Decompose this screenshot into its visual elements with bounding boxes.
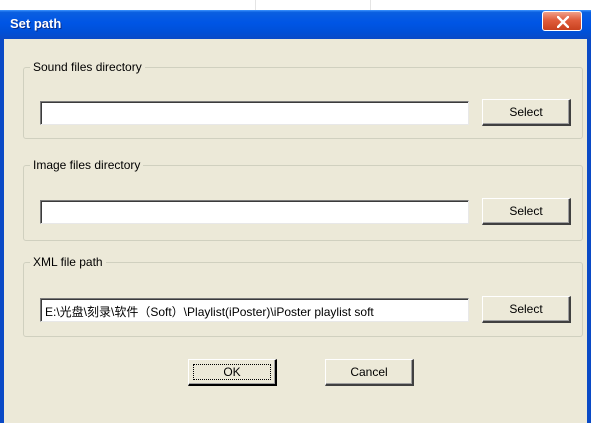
sound-directory-input[interactable] xyxy=(40,101,469,125)
cancel-button[interactable]: Cancel xyxy=(325,359,414,386)
xml-path-input[interactable]: E:\光盘\刻录\软件（Soft）\Playlist(iPoster)\iPos… xyxy=(40,298,469,322)
sound-directory-group: Sound files directory Select xyxy=(23,60,583,139)
set-path-dialog: Set path Sound files directory Select Im… xyxy=(0,10,591,423)
ok-button[interactable]: OK xyxy=(188,359,277,386)
dialog-body: Sound files directory Select Image files… xyxy=(0,39,591,423)
background-divider xyxy=(370,0,371,10)
sound-select-button[interactable]: Select xyxy=(482,99,571,126)
close-x-icon xyxy=(557,16,569,28)
background-divider xyxy=(255,0,256,10)
xml-path-label: XML file path xyxy=(33,255,103,269)
dialog-title: Set path xyxy=(10,16,62,31)
image-select-button[interactable]: Select xyxy=(482,198,571,225)
xml-path-group: XML file path E:\光盘\刻录\软件（Soft）\Playlist… xyxy=(23,255,583,337)
image-directory-input[interactable] xyxy=(40,200,469,224)
image-directory-label: Image files directory xyxy=(33,158,141,172)
title-bar[interactable]: Set path xyxy=(0,10,591,39)
close-button[interactable] xyxy=(542,11,582,31)
focus-rectangle xyxy=(193,364,271,380)
sound-directory-label: Sound files directory xyxy=(33,60,142,74)
image-directory-group: Image files directory Select xyxy=(23,158,583,241)
xml-select-button[interactable]: Select xyxy=(482,296,571,323)
